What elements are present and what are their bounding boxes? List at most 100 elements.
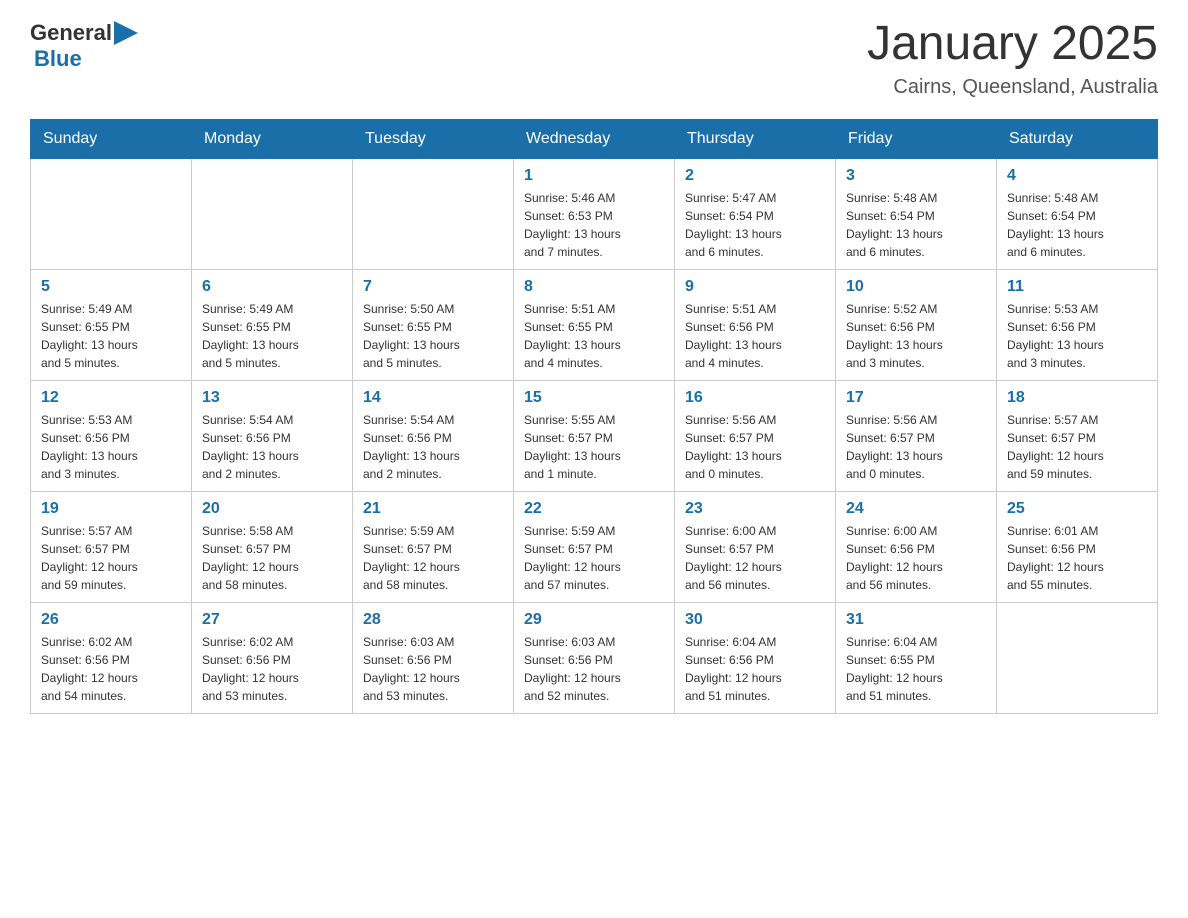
calendar-cell: 8 Sunrise: 5:51 AM Sunset: 6:55 PM Daylig… — [514, 270, 675, 381]
calendar-cell — [192, 159, 353, 270]
day-info: Sunrise: 5:59 AM Sunset: 6:57 PM Dayligh… — [524, 522, 664, 594]
day-number: 23 — [685, 500, 825, 518]
calendar-week-row: 12 Sunrise: 5:53 AM Sunset: 6:56 PM Dayli… — [31, 381, 1158, 492]
day-info: Sunrise: 5:51 AM Sunset: 6:55 PM Dayligh… — [524, 300, 664, 372]
calendar-header: SundayMondayTuesdayWednesdayThursdayFrid… — [31, 120, 1158, 159]
days-of-week-row: SundayMondayTuesdayWednesdayThursdayFrid… — [31, 120, 1158, 159]
calendar-cell: 16 Sunrise: 5:56 AM Sunset: 6:57 PM Dayli… — [675, 381, 836, 492]
day-number: 31 — [846, 611, 986, 629]
day-info: Sunrise: 5:48 AM Sunset: 6:54 PM Dayligh… — [1007, 189, 1147, 261]
day-info: Sunrise: 5:53 AM Sunset: 6:56 PM Dayligh… — [1007, 300, 1147, 372]
day-info: Sunrise: 6:04 AM Sunset: 6:56 PM Dayligh… — [685, 633, 825, 705]
logo-text-blue: Blue — [34, 46, 82, 72]
day-of-week-header: Friday — [836, 120, 997, 159]
day-info: Sunrise: 5:48 AM Sunset: 6:54 PM Dayligh… — [846, 189, 986, 261]
calendar-cell: 15Sunrise: 5:55 AM Sunset: 6:57 PM Dayli… — [514, 381, 675, 492]
logo-text-general: General — [30, 20, 112, 46]
calendar-cell: 14 Sunrise: 5:54 AM Sunset: 6:56 PM Dayli… — [353, 381, 514, 492]
day-number: 1 — [524, 167, 664, 185]
calendar-cell: 9 Sunrise: 5:51 AM Sunset: 6:56 PM Daylig… — [675, 270, 836, 381]
calendar-cell: 22Sunrise: 5:59 AM Sunset: 6:57 PM Dayli… — [514, 492, 675, 603]
location: Cairns, Queensland, Australia — [867, 76, 1158, 99]
calendar-cell: 5 Sunrise: 5:49 AM Sunset: 6:55 PM Daylig… — [31, 270, 192, 381]
day-info: Sunrise: 5:54 AM Sunset: 6:56 PM Dayligh… — [363, 411, 503, 483]
calendar-cell: 25Sunrise: 6:01 AM Sunset: 6:56 PM Dayli… — [997, 492, 1158, 603]
calendar-cell: 19 Sunrise: 5:57 AM Sunset: 6:57 PM Dayli… — [31, 492, 192, 603]
calendar-cell: 17Sunrise: 5:56 AM Sunset: 6:57 PM Dayli… — [836, 381, 997, 492]
day-info: Sunrise: 5:57 AM Sunset: 6:57 PM Dayligh… — [41, 522, 181, 594]
calendar-cell: 29Sunrise: 6:03 AM Sunset: 6:56 PM Dayli… — [514, 603, 675, 714]
day-of-week-header: Saturday — [997, 120, 1158, 159]
calendar-cell: 28 Sunrise: 6:03 AM Sunset: 6:56 PM Dayli… — [353, 603, 514, 714]
day-number: 8 — [524, 278, 664, 296]
calendar-week-row: 19 Sunrise: 5:57 AM Sunset: 6:57 PM Dayli… — [31, 492, 1158, 603]
day-of-week-header: Wednesday — [514, 120, 675, 159]
day-number: 6 — [202, 278, 342, 296]
day-number: 7 — [363, 278, 503, 296]
day-number: 9 — [685, 278, 825, 296]
day-info: Sunrise: 5:49 AM Sunset: 6:55 PM Dayligh… — [202, 300, 342, 372]
day-of-week-header: Sunday — [31, 120, 192, 159]
day-number: 2 — [685, 167, 825, 185]
day-info: Sunrise: 6:03 AM Sunset: 6:56 PM Dayligh… — [524, 633, 664, 705]
logo-arrow-icon — [114, 21, 138, 45]
day-of-week-header: Tuesday — [353, 120, 514, 159]
day-number: 25 — [1007, 500, 1147, 518]
calendar-cell: 13 Sunrise: 5:54 AM Sunset: 6:56 PM Dayli… — [192, 381, 353, 492]
day-info: Sunrise: 5:57 AM Sunset: 6:57 PM Dayligh… — [1007, 411, 1147, 483]
day-info: Sunrise: 6:00 AM Sunset: 6:57 PM Dayligh… — [685, 522, 825, 594]
day-number: 12 — [41, 389, 181, 407]
day-info: Sunrise: 5:56 AM Sunset: 6:57 PM Dayligh… — [846, 411, 986, 483]
page-header: General Blue January 2025 Cairns, Queens… — [30, 20, 1158, 99]
day-info: Sunrise: 5:49 AM Sunset: 6:55 PM Dayligh… — [41, 300, 181, 372]
calendar-cell: 6 Sunrise: 5:49 AM Sunset: 6:55 PM Daylig… — [192, 270, 353, 381]
day-number: 13 — [202, 389, 342, 407]
calendar-cell: 11Sunrise: 5:53 AM Sunset: 6:56 PM Dayli… — [997, 270, 1158, 381]
calendar-cell: 31Sunrise: 6:04 AM Sunset: 6:55 PM Dayli… — [836, 603, 997, 714]
day-number: 14 — [363, 389, 503, 407]
calendar-week-row: 5 Sunrise: 5:49 AM Sunset: 6:55 PM Daylig… — [31, 270, 1158, 381]
day-of-week-header: Monday — [192, 120, 353, 159]
logo: General Blue — [30, 20, 138, 72]
calendar-cell — [353, 159, 514, 270]
calendar-cell — [997, 603, 1158, 714]
day-number: 21 — [363, 500, 503, 518]
day-number: 26 — [41, 611, 181, 629]
calendar-table: SundayMondayTuesdayWednesdayThursdayFrid… — [30, 119, 1158, 714]
day-info: Sunrise: 5:54 AM Sunset: 6:56 PM Dayligh… — [202, 411, 342, 483]
day-info: Sunrise: 5:59 AM Sunset: 6:57 PM Dayligh… — [363, 522, 503, 594]
day-number: 5 — [41, 278, 181, 296]
calendar-cell: 20 Sunrise: 5:58 AM Sunset: 6:57 PM Dayli… — [192, 492, 353, 603]
day-info: Sunrise: 5:56 AM Sunset: 6:57 PM Dayligh… — [685, 411, 825, 483]
day-info: Sunrise: 5:53 AM Sunset: 6:56 PM Dayligh… — [41, 411, 181, 483]
calendar-cell — [31, 159, 192, 270]
day-number: 20 — [202, 500, 342, 518]
day-info: Sunrise: 5:58 AM Sunset: 6:57 PM Dayligh… — [202, 522, 342, 594]
day-info: Sunrise: 5:47 AM Sunset: 6:54 PM Dayligh… — [685, 189, 825, 261]
day-number: 27 — [202, 611, 342, 629]
day-info: Sunrise: 5:46 AM Sunset: 6:53 PM Dayligh… — [524, 189, 664, 261]
calendar-cell: 4Sunrise: 5:48 AM Sunset: 6:54 PM Daylig… — [997, 159, 1158, 270]
calendar-week-row: 26 Sunrise: 6:02 AM Sunset: 6:56 PM Dayli… — [31, 603, 1158, 714]
day-info: Sunrise: 6:00 AM Sunset: 6:56 PM Dayligh… — [846, 522, 986, 594]
day-info: Sunrise: 6:02 AM Sunset: 6:56 PM Dayligh… — [41, 633, 181, 705]
day-number: 19 — [41, 500, 181, 518]
day-info: Sunrise: 6:03 AM Sunset: 6:56 PM Dayligh… — [363, 633, 503, 705]
calendar-cell: 21 Sunrise: 5:59 AM Sunset: 6:57 PM Dayli… — [353, 492, 514, 603]
day-info: Sunrise: 5:52 AM Sunset: 6:56 PM Dayligh… — [846, 300, 986, 372]
calendar-cell: 2 Sunrise: 5:47 AM Sunset: 6:54 PM Daylig… — [675, 159, 836, 270]
title-section: January 2025 Cairns, Queensland, Austral… — [867, 20, 1158, 99]
calendar-cell: 1 Sunrise: 5:46 AM Sunset: 6:53 PM Daylig… — [514, 159, 675, 270]
day-of-week-header: Thursday — [675, 120, 836, 159]
calendar-cell: 7Sunrise: 5:50 AM Sunset: 6:55 PM Daylig… — [353, 270, 514, 381]
calendar-cell: 27 Sunrise: 6:02 AM Sunset: 6:56 PM Dayli… — [192, 603, 353, 714]
day-number: 28 — [363, 611, 503, 629]
day-info: Sunrise: 6:02 AM Sunset: 6:56 PM Dayligh… — [202, 633, 342, 705]
month-title: January 2025 — [867, 20, 1158, 68]
day-number: 16 — [685, 389, 825, 407]
day-number: 10 — [846, 278, 986, 296]
calendar-cell: 23 Sunrise: 6:00 AM Sunset: 6:57 PM Dayli… — [675, 492, 836, 603]
calendar-cell: 26 Sunrise: 6:02 AM Sunset: 6:56 PM Dayli… — [31, 603, 192, 714]
day-info: Sunrise: 5:51 AM Sunset: 6:56 PM Dayligh… — [685, 300, 825, 372]
calendar-cell: 10 Sunrise: 5:52 AM Sunset: 6:56 PM Dayli… — [836, 270, 997, 381]
